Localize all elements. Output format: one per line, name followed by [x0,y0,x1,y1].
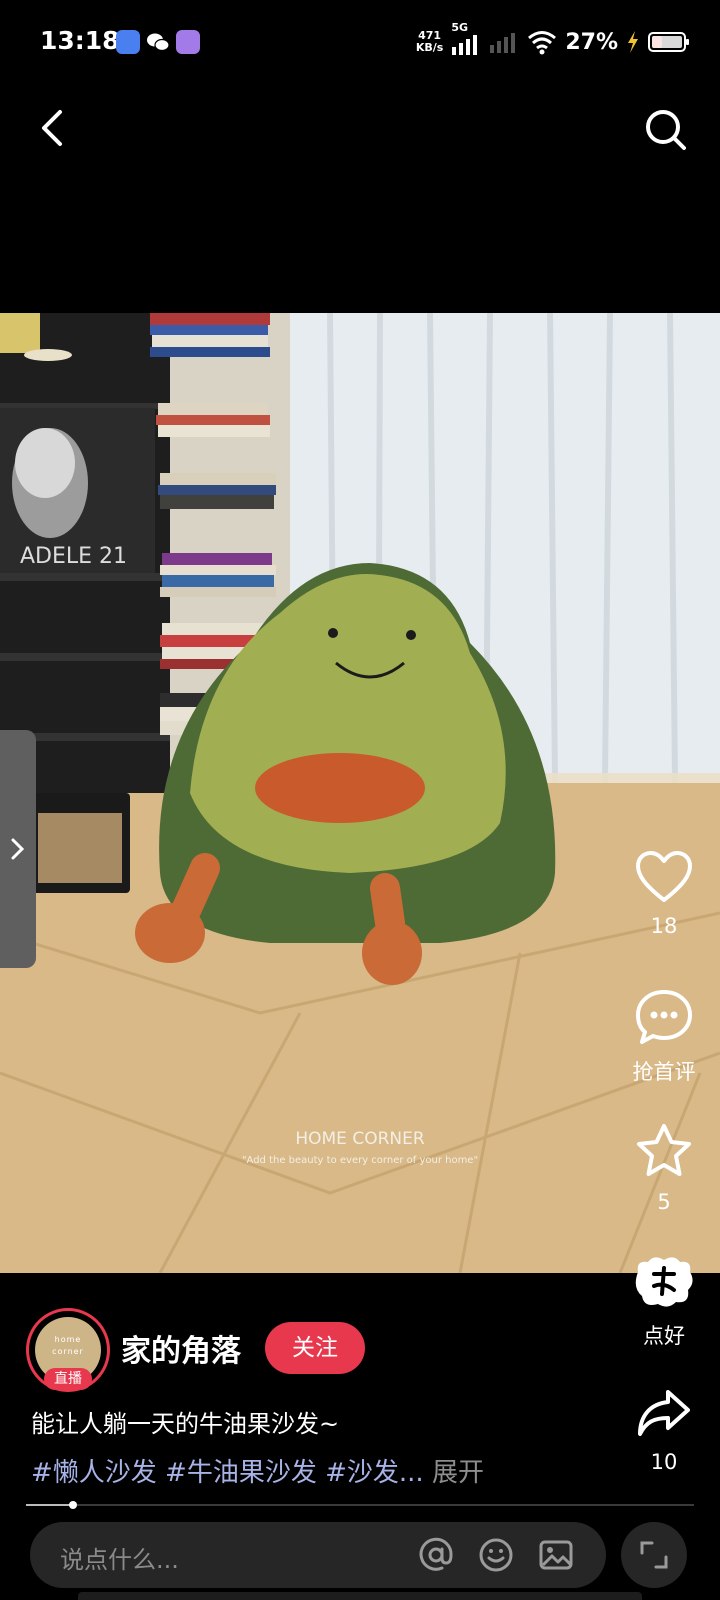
author-name[interactable]: 家的角落 [121,1326,241,1370]
comment-label: 抢首评 [632,1060,696,1084]
video-caption: 能让人躺一天的牛油果沙发~ [31,1410,340,1438]
avatar-text-1: home [54,1335,82,1344]
emoji-icon[interactable] [478,1537,514,1573]
home-indicator[interactable] [78,1592,642,1600]
hashtag-list[interactable]: #懒人沙发 #牛油果沙发 #沙发... [31,1458,424,1488]
wechat-icon [146,30,170,54]
speed-unit: KB/s [415,41,444,54]
avatar-text-2: corner [52,1347,84,1356]
nice-label: 点好 [643,1324,685,1348]
side-drawer-tab[interactable] [0,730,36,968]
battery-icon [648,32,689,52]
favorite-count: 5 [657,1190,671,1214]
share-count: 10 [650,1450,678,1474]
chevron-right-icon [11,838,25,860]
battery-percent: 27% [565,29,618,55]
image-icon[interactable] [538,1537,574,1573]
hashtags[interactable]: #懒人沙发 #牛油果沙发 #沙发... 展开 [31,1452,484,1489]
status-right: 471 KB/s 5G 27% [416,21,690,60]
share-arrow-icon [638,1390,690,1436]
follow-button[interactable]: 关注 [265,1322,365,1374]
notification-app-icon [116,30,140,54]
app-notification-icon [176,30,200,54]
signal-2-icon [490,33,516,53]
watermark-subtitle: "Add the beauty to every corner of your … [242,1155,478,1166]
back-button[interactable] [32,106,76,150]
heart-icon [636,851,692,902]
video-progress-bar[interactable] [26,1501,694,1509]
watermark-title: HOME CORNER [295,1129,424,1149]
like-button[interactable]: 18 [608,850,720,938]
network-speed: 471 KB/s [416,30,443,54]
expand-button[interactable]: 展开 [432,1458,484,1488]
nice-sticker-icon [635,1257,693,1307]
charging-icon [628,31,638,53]
like-count: 18 [650,914,678,938]
favorite-button[interactable]: 5 [608,1122,720,1214]
comment-button[interactable]: 抢首评 [608,988,720,1086]
progress-fill [26,1504,73,1506]
comment-bubble-icon [636,990,692,1044]
album-text: ADELE 21 [20,544,127,569]
live-badge[interactable]: 直播 [44,1368,92,1390]
chevron-left-icon [42,110,62,146]
progress-knob[interactable] [68,1501,77,1509]
status-bar: 13:18 471 KB/s 5G 27% [0,0,720,84]
comment-placeholder: 说点什么... [60,1546,179,1574]
star-icon [637,1124,691,1176]
expand-icon [640,1541,668,1569]
nice-button[interactable]: 点好 [608,1254,720,1350]
share-button[interactable]: 10 [608,1386,720,1474]
expand-comment-button[interactable] [621,1522,687,1588]
comment-input[interactable]: 说点什么... [30,1522,606,1588]
at-mention-icon[interactable] [418,1537,454,1573]
wifi-icon [528,31,557,55]
signal-icon: 5G [451,21,481,57]
search-button[interactable] [642,106,690,154]
status-time: 13:18 [40,26,120,55]
search-icon [646,110,686,150]
